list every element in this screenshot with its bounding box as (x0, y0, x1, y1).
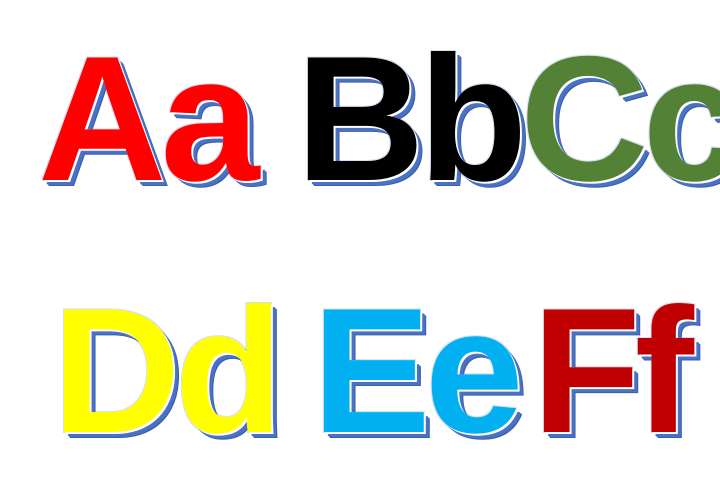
letter-pair-dd: Dd (50, 271, 284, 470)
letter-pair-ff: Ff (530, 271, 695, 470)
letter-pair-bb: Bb (294, 19, 528, 218)
alphabet-board: Aa Bb Cc Dd Ee Ff (0, 0, 720, 480)
letter-pair-ee: Ee (311, 271, 526, 470)
letter-pair-cc: Cc (519, 19, 720, 218)
letter-pair-aa: Aa (37, 19, 262, 218)
